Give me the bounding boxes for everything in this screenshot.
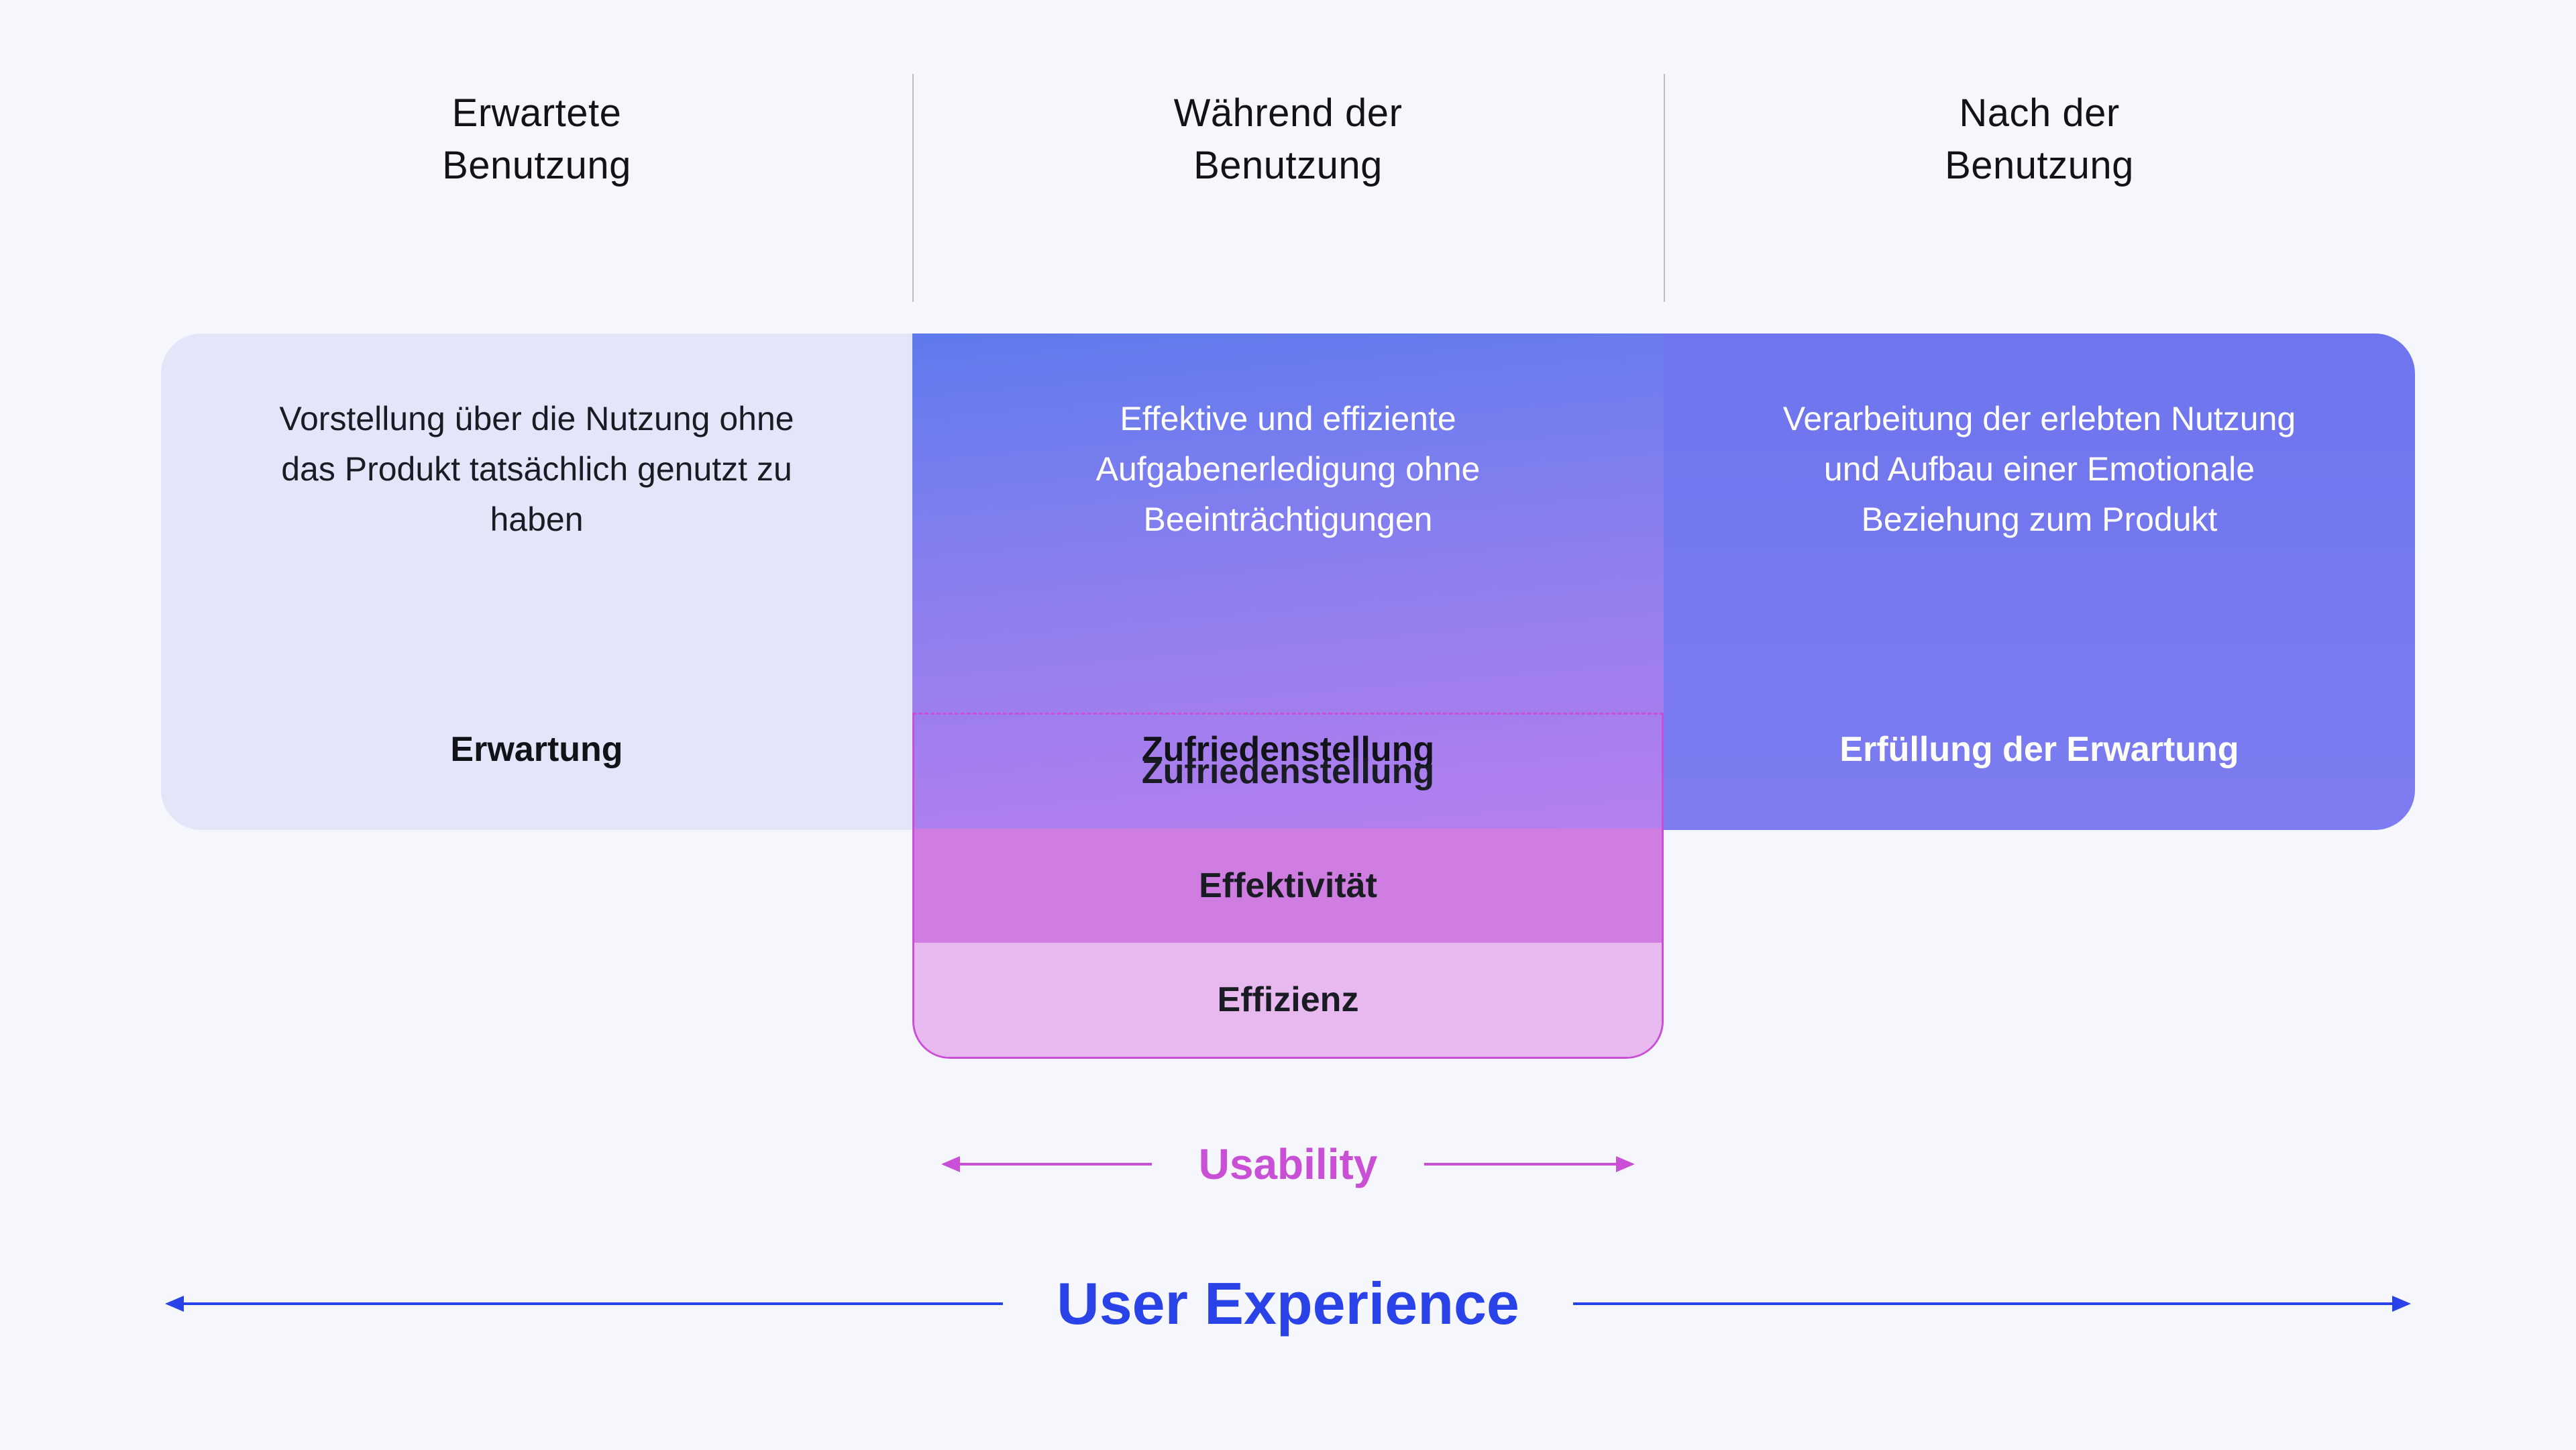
usability-box: Zufriedenstellung Effektivität Effizienz <box>912 713 1664 1059</box>
ux-label: User Experience <box>1057 1270 1519 1338</box>
ux-arrow-right-icon <box>1573 1302 2408 1305</box>
column-divider-2 <box>1664 74 1665 302</box>
phase-heading-during-line2: Benutzung <box>1193 144 1383 187</box>
phase-cell-before: Vorstellung über die Nutzung ohne das Pr… <box>161 333 912 830</box>
phase-heading-before: Erwartete Benutzung <box>161 87 912 193</box>
phase-heading-after-line1: Nach der <box>1959 91 2119 135</box>
usability-label-row: Usability <box>161 1139 2415 1189</box>
usability-row-satisfaction: Zufriedenstellung <box>914 715 1662 829</box>
phase-desc-before: Vorstellung über die Nutzung ohne das Pr… <box>248 394 825 545</box>
phase-heading-during: Während der Benutzung <box>912 87 1664 193</box>
phase-band: Vorstellung über die Nutzung ohne das Pr… <box>161 333 2415 1059</box>
phase-heading-after: Nach der Benutzung <box>1664 87 2415 193</box>
phase-tag-before: Erwartung <box>161 729 912 770</box>
phase-desc-after: Verarbeitung der erlebten Nutzung und Au… <box>1751 394 2328 545</box>
ux-label-row: User Experience <box>161 1270 2415 1338</box>
usability-arrow-right-icon <box>1424 1163 1632 1166</box>
column-divider-1 <box>912 74 914 302</box>
ux-usability-diagram: Erwartete Benutzung Während der Benutzun… <box>161 87 2415 1338</box>
phase-heading-before-line2: Benutzung <box>442 144 631 187</box>
phase-heading-before-line1: Erwartete <box>452 91 622 135</box>
usability-label: Usability <box>1199 1139 1378 1189</box>
phase-tag-after: Erfüllung der Erwartung <box>1664 729 2415 770</box>
usability-row-efficiency: Effizienz <box>914 943 1662 1057</box>
usability-row-effectiveness: Effektivität <box>914 829 1662 943</box>
phase-cell-after: Verarbeitung der erlebten Nutzung und Au… <box>1664 333 2415 830</box>
phase-desc-during: Effektive und effiziente Aufgabenerledig… <box>1000 394 1576 545</box>
phase-heading-after-line2: Benutzung <box>1945 144 2134 187</box>
phase-headings-row: Erwartete Benutzung Während der Benutzun… <box>161 87 2415 193</box>
usability-arrow-left-icon <box>944 1163 1152 1166</box>
ux-arrow-left-icon <box>168 1302 1003 1305</box>
phase-heading-during-line1: Während der <box>1174 91 1403 135</box>
